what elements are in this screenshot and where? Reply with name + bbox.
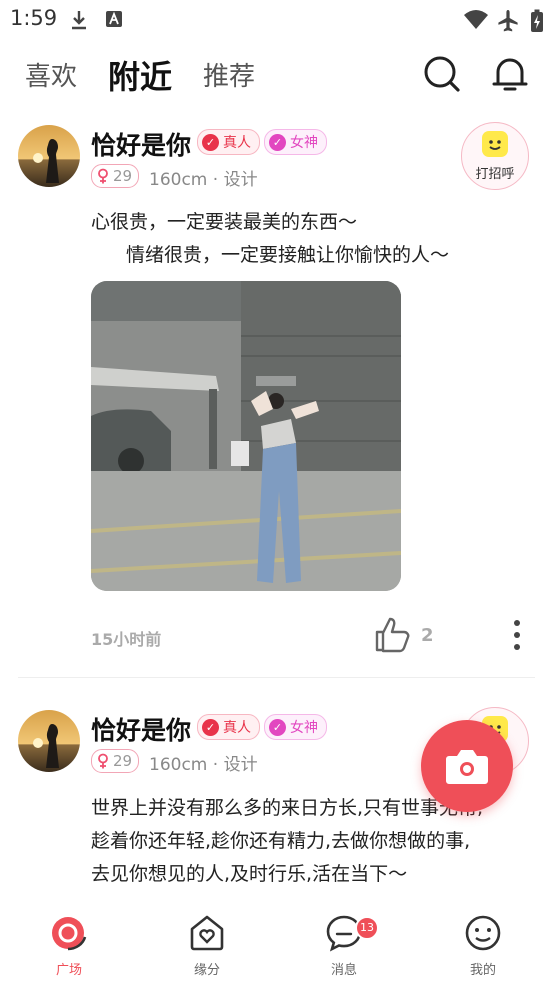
- tab-nearby[interactable]: 附近: [108, 52, 172, 98]
- fate-house-icon: [190, 915, 224, 951]
- tab-fate[interactable]: 缘分: [162, 898, 252, 984]
- status-time: 1:59: [10, 6, 58, 30]
- heart-check-icon: ✓: [269, 133, 286, 151]
- tab-me[interactable]: 我的: [438, 898, 528, 984]
- tab-plaza[interactable]: 广场: [24, 898, 114, 984]
- goddess-badge: ✓ 女神: [264, 714, 327, 740]
- greet-button[interactable]: 打招呼: [461, 122, 529, 190]
- age-tag: 29: [91, 749, 140, 773]
- tab-messages[interactable]: 13 消息: [299, 898, 389, 984]
- camera-icon: [446, 750, 488, 784]
- check-icon: ✓: [202, 133, 219, 151]
- top-nav: 喜欢 附近 推荐: [0, 40, 553, 110]
- profile-face-icon: [465, 915, 501, 951]
- female-icon: [98, 168, 108, 184]
- check-icon: ✓: [202, 718, 219, 736]
- post-text-line: 心很贵，一定要装最美的东西～: [91, 211, 358, 233]
- camera-post-button[interactable]: [421, 720, 513, 812]
- status-bar: 1:59: [0, 0, 553, 40]
- post-text-line: 情绪很贵，一定要接触让你愉快的人～: [126, 244, 450, 266]
- username: 恰好是你: [91, 716, 192, 745]
- post-text-line: 去见你想见的人,及时行乐,活在当下～: [91, 863, 408, 885]
- more-options-icon[interactable]: [507, 618, 527, 652]
- verified-real-badge: ✓ 真人: [197, 129, 260, 155]
- goddess-badge: ✓ 女神: [264, 129, 327, 155]
- wifi-icon: [464, 10, 488, 29]
- download-icon: [72, 11, 86, 30]
- post-photo[interactable]: [91, 281, 401, 591]
- app-notification-icon: [106, 11, 122, 27]
- bottom-tab-bar: 广场 缘分 13 消息 我的: [0, 898, 553, 984]
- post-text-line: 趁着你还年轻,趁你还有精力,去做你想做的事,: [91, 830, 471, 852]
- thumbs-up-icon[interactable]: [374, 615, 412, 653]
- battery-charging-icon: [531, 9, 543, 32]
- bell-icon[interactable]: [490, 54, 530, 94]
- username: 恰好是你: [91, 131, 192, 160]
- smile-icon: [482, 131, 508, 157]
- avatar[interactable]: [18, 710, 80, 772]
- height-job: 160cm · 设计: [149, 170, 258, 190]
- post-card: 恰好是你 ✓ 真人 ✓ 女神 29 160cm · 设计 打招呼 心很贵，一定要…: [0, 120, 553, 680]
- airplane-mode-icon: [498, 10, 518, 32]
- post-time: 15小时前: [91, 630, 162, 649]
- verified-real-badge: ✓ 真人: [197, 714, 260, 740]
- tab-like[interactable]: 喜欢: [25, 56, 77, 93]
- unread-badge: 13: [355, 916, 379, 940]
- age-tag: 29: [91, 164, 140, 188]
- divider: [18, 677, 535, 678]
- heart-check-icon: ✓: [269, 718, 286, 736]
- avatar[interactable]: [18, 125, 80, 187]
- height-job: 160cm · 设计: [149, 755, 258, 775]
- plaza-icon: [52, 917, 87, 951]
- like-count: 2: [421, 625, 434, 646]
- tab-recommend[interactable]: 推荐: [203, 56, 255, 93]
- search-icon[interactable]: [422, 54, 462, 94]
- female-icon: [98, 753, 108, 769]
